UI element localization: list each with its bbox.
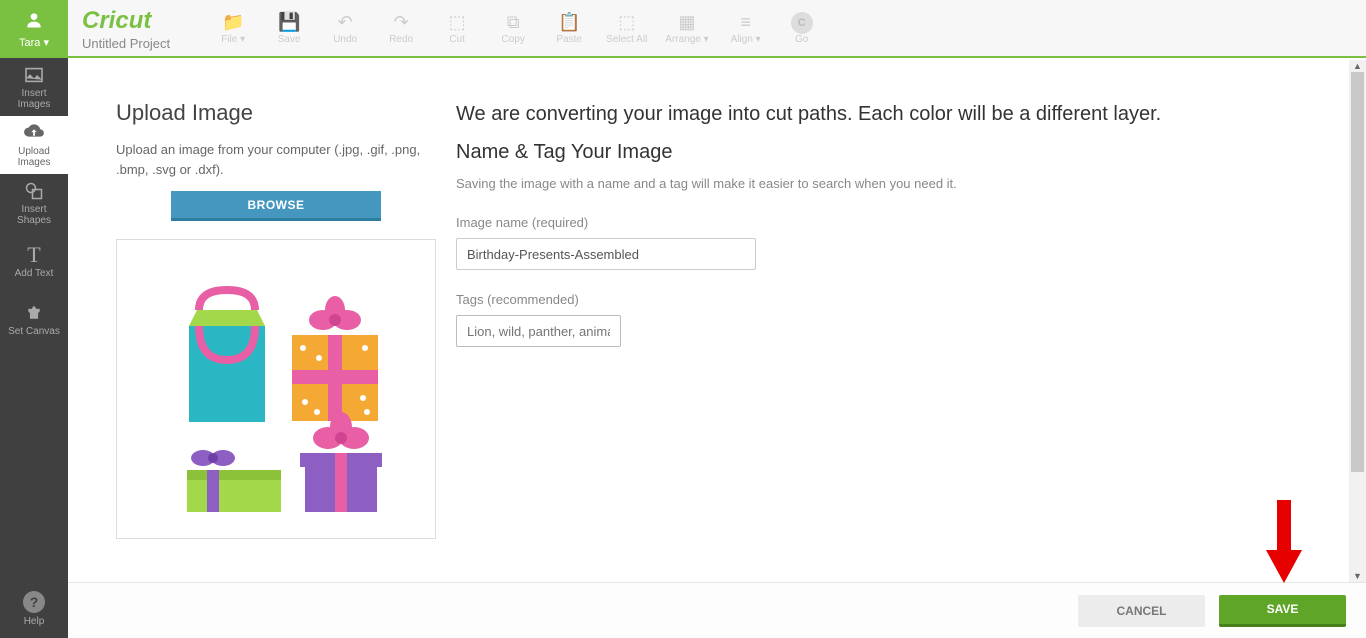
floppy-icon: 💾 xyxy=(278,12,300,34)
sidebar-item-insert-images[interactable]: InsertImages xyxy=(0,58,68,116)
scrollbar[interactable]: ▲ ▼ xyxy=(1349,60,1366,582)
sidebar-item-label: Add Text xyxy=(15,268,54,279)
bottom-bar: CANCEL SAVE xyxy=(68,582,1366,638)
help-icon: ? xyxy=(23,591,45,613)
topbar: Cricut Untitled Project 📁File ▾ 💾Save ↶U… xyxy=(68,0,1366,58)
tags-label: Tags (recommended) xyxy=(456,292,1266,307)
tool-copy[interactable]: ⧉Copy xyxy=(494,12,532,45)
arrange-icon: ▦ xyxy=(678,12,695,34)
help-label: Help xyxy=(24,616,45,627)
toolbar: 📁File ▾ 💾Save ↶Undo ↷Redo ⬚Cut ⧉Copy 📋Pa… xyxy=(214,12,821,45)
brand-logo: Cricut xyxy=(82,9,170,33)
user-menu[interactable]: Tara ▾ xyxy=(0,0,68,58)
save-button[interactable]: SAVE xyxy=(1219,595,1346,627)
scroll-thumb[interactable] xyxy=(1351,72,1364,472)
upload-icon xyxy=(23,122,45,144)
upload-panel: Upload Image Upload an image from your c… xyxy=(116,100,436,572)
tool-align[interactable]: ≡Align ▾ xyxy=(727,12,765,45)
name-label: Image name (required) xyxy=(456,215,1266,230)
align-icon: ≡ xyxy=(740,12,751,34)
tool-go[interactable]: CGo xyxy=(783,12,821,45)
image-name-input[interactable] xyxy=(456,238,756,270)
tool-file[interactable]: 📁File ▾ xyxy=(214,12,252,45)
scroll-up-icon[interactable]: ▲ xyxy=(1349,60,1366,72)
tool-arrange[interactable]: ▦Arrange ▾ xyxy=(665,12,708,45)
preview-svg xyxy=(117,240,437,540)
folder-icon: 📁 xyxy=(222,12,244,34)
tags-input[interactable] xyxy=(456,315,621,347)
form-subtext: Saving the image with a name and a tag w… xyxy=(456,176,1266,191)
tool-undo[interactable]: ↶Undo xyxy=(326,12,364,45)
sidebar-item-label: Set Canvas xyxy=(8,326,60,337)
tool-paste[interactable]: 📋Paste xyxy=(550,12,588,45)
tool-redo[interactable]: ↷Redo xyxy=(382,12,420,45)
scroll-down-icon[interactable]: ▼ xyxy=(1349,570,1366,582)
browse-button[interactable]: BROWSE xyxy=(171,191,381,221)
form-heading1: We are converting your image into cut pa… xyxy=(456,100,1266,128)
form-heading2: Name & Tag Your Image xyxy=(456,138,1266,166)
form-panel: We are converting your image into cut pa… xyxy=(456,100,1326,572)
image-icon xyxy=(24,64,44,86)
sidebar-help[interactable]: ? Help xyxy=(0,580,68,638)
user-icon xyxy=(24,10,44,35)
image-preview xyxy=(116,239,436,539)
redo-icon: ↷ xyxy=(394,12,409,34)
sidebar-item-insert-shapes[interactable]: InsertShapes xyxy=(0,174,68,232)
cancel-button[interactable]: CANCEL xyxy=(1078,595,1205,627)
sidebar-item-label: UploadImages xyxy=(18,146,51,168)
sidebar-item-label: InsertShapes xyxy=(17,204,51,226)
undo-icon: ↶ xyxy=(338,12,353,34)
shapes-icon xyxy=(25,180,43,202)
sidebar-item-set-canvas[interactable]: Set Canvas xyxy=(0,290,68,348)
upload-title: Upload Image xyxy=(116,100,436,126)
main-content: Upload Image Upload an image from your c… xyxy=(68,60,1366,582)
cut-icon: ⬚ xyxy=(449,12,466,34)
project-title: Untitled Project xyxy=(82,36,170,51)
tool-save[interactable]: 💾Save xyxy=(270,12,308,45)
sidebar-item-upload-images[interactable]: UploadImages xyxy=(0,116,68,174)
go-icon: C xyxy=(791,12,813,34)
sidebar-item-label: InsertImages xyxy=(18,88,51,110)
annotation-arrow xyxy=(1262,495,1306,590)
user-name-label: Tara ▾ xyxy=(19,36,49,49)
sidebar-item-add-text[interactable]: T Add Text xyxy=(0,232,68,290)
sidebar: Tara ▾ InsertImages UploadImages InsertS… xyxy=(0,0,68,638)
paste-icon: 📋 xyxy=(558,12,580,34)
text-icon: T xyxy=(27,244,40,266)
tool-selectall[interactable]: ⬚Select All xyxy=(606,12,647,45)
copy-icon: ⧉ xyxy=(507,12,520,34)
upload-desc: Upload an image from your computer (.jpg… xyxy=(116,140,436,179)
tool-cut[interactable]: ⬚Cut xyxy=(438,12,476,45)
brand: Cricut Untitled Project xyxy=(68,5,184,51)
selectall-icon: ⬚ xyxy=(618,12,635,34)
canvas-icon xyxy=(24,302,44,324)
